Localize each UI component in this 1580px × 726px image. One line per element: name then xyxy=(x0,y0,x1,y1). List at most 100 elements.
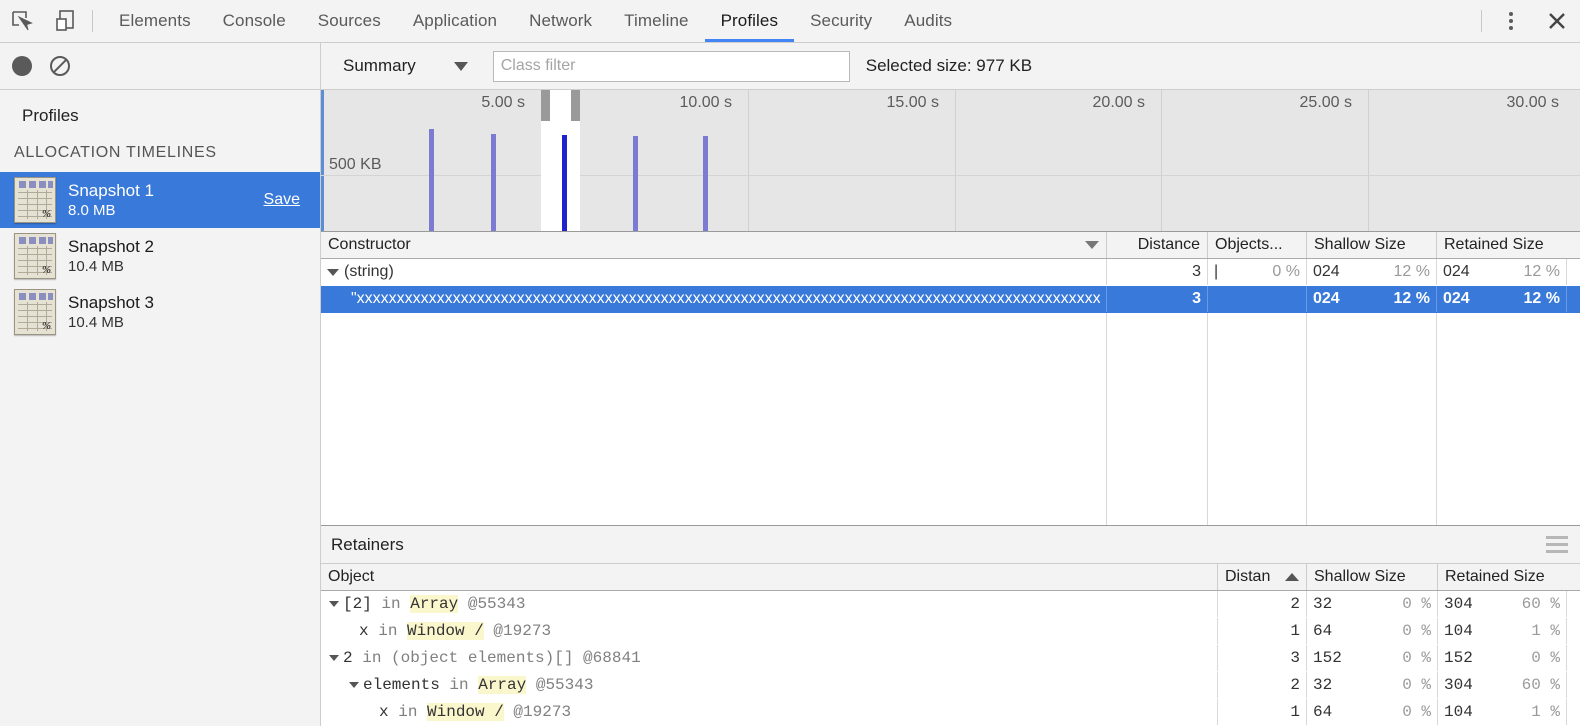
sidebar-item-snapshot-2[interactable]: % Snapshot 2 10.4 MB xyxy=(0,228,320,284)
column-label: Shallow Size xyxy=(1314,236,1406,254)
view-select[interactable]: Summary xyxy=(343,56,468,76)
column-header-retainer-shallow[interactable]: Shallow Size xyxy=(1307,564,1438,590)
sidebar-item-snapshot-3[interactable]: % Snapshot 3 10.4 MB xyxy=(0,284,320,340)
table-row[interactable]: (string) 3 | 0 % 024 12 % 024 12 % xyxy=(321,259,1580,286)
class-filter-input[interactable] xyxy=(493,51,850,82)
tab-security[interactable]: Security xyxy=(794,0,888,42)
retainer-mid: in xyxy=(389,703,427,721)
retained-percent: 1 % xyxy=(1531,703,1560,721)
cell-shallow-size: 152 0 % xyxy=(1307,645,1438,671)
retainers-panel: Retainers Object Distan Shallow Size xyxy=(321,525,1580,726)
inspect-cursor-icon[interactable] xyxy=(0,0,44,42)
retainer-address: @55343 xyxy=(526,676,593,694)
expander-triangle-icon[interactable] xyxy=(329,655,339,661)
tab-application[interactable]: Application xyxy=(397,0,513,42)
retained-percent: 60 % xyxy=(1522,676,1560,694)
cell-retained-size: 304 60 % xyxy=(1438,672,1567,698)
retainer-mid: in xyxy=(369,622,407,640)
clear-prohibited-icon[interactable] xyxy=(48,54,72,78)
table-row[interactable]: x in Window / @19273 1 64 0 % 104 1 xyxy=(321,618,1580,645)
retained-percent: 0 % xyxy=(1531,649,1560,667)
column-header-objects[interactable]: Objects... xyxy=(1208,232,1307,258)
tab-label: Timeline xyxy=(624,11,688,31)
snapshot-icon: % xyxy=(14,289,56,335)
objects-percent: 0 % xyxy=(1272,263,1300,281)
selection-left-handle[interactable] xyxy=(541,90,550,121)
empty-col-constructor xyxy=(321,313,1107,525)
timeline-tick: 30.00 s xyxy=(1507,94,1565,112)
record-circle-icon[interactable] xyxy=(12,56,32,76)
tab-timeline[interactable]: Timeline xyxy=(608,0,704,42)
column-header-retainer-distance[interactable]: Distan xyxy=(1218,564,1307,590)
retained-percent: 12 % xyxy=(1524,263,1560,281)
tab-sources[interactable]: Sources xyxy=(302,0,397,42)
tab-label: Console xyxy=(223,11,286,31)
retained-value: 304 xyxy=(1444,676,1473,694)
constructor-name: "xxxxxxxxxxxxxxxxxxxxxxxxxxxxxxxxxxxxxxx… xyxy=(327,290,1100,308)
timeline-tick: 20.00 s xyxy=(1093,94,1151,112)
profiles-main-panel: Summary Selected size: 977 KB 5.00 s 10.… xyxy=(321,43,1580,726)
expander-triangle-icon[interactable] xyxy=(329,601,339,607)
shallow-percent: 0 % xyxy=(1402,676,1431,694)
timeline-gridline xyxy=(955,90,956,231)
column-label: Constructor xyxy=(328,236,411,254)
expander-triangle-icon[interactable] xyxy=(349,682,359,688)
close-icon[interactable] xyxy=(1534,0,1580,42)
timeline-tick: 5.00 s xyxy=(481,94,531,112)
cell-distance: 3 xyxy=(1107,259,1208,285)
column-label: Distan xyxy=(1225,568,1270,586)
retainer-class: Array xyxy=(410,595,458,613)
chevron-down-icon xyxy=(454,62,468,71)
column-label: Object xyxy=(328,568,374,586)
shallow-value: 024 xyxy=(1313,290,1340,308)
dots-glyph xyxy=(1509,12,1513,30)
timeline-selection-window[interactable] xyxy=(541,90,580,231)
column-header-object[interactable]: Object xyxy=(321,564,1218,590)
retained-value: 024 xyxy=(1443,290,1470,308)
column-label: Objects... xyxy=(1215,236,1283,254)
tab-elements[interactable]: Elements xyxy=(103,0,207,42)
column-header-shallow-size[interactable]: Shallow Size xyxy=(1307,232,1437,258)
sidebar-toolbar xyxy=(0,43,320,90)
tab-audits[interactable]: Audits xyxy=(888,0,968,42)
allocation-timeline-overview[interactable]: 5.00 s 10.00 s 15.00 s 20.00 s 25.00 s 3… xyxy=(321,90,1580,232)
device-toolbar-icon[interactable] xyxy=(44,0,88,42)
timeline-tick: 25.00 s xyxy=(1300,94,1358,112)
tab-network[interactable]: Network xyxy=(513,0,608,42)
sidebar-section-allocation-timelines: ALLOCATION TIMELINES xyxy=(0,138,320,172)
save-link[interactable]: Save xyxy=(264,191,308,209)
table-row[interactable]: elements in Array @55343 2 32 0 % 304 xyxy=(321,672,1580,699)
column-label: Retained Size xyxy=(1444,236,1544,254)
snapshot-size: 8.0 MB xyxy=(68,202,154,219)
table-row[interactable]: 2 in (object elements)[] @68841 3 152 0 … xyxy=(321,645,1580,672)
cell-constructor: "xxxxxxxxxxxxxxxxxxxxxxxxxxxxxxxxxxxxxxx… xyxy=(321,286,1107,312)
timeline-tick: 10.00 s xyxy=(680,94,738,112)
hamburger-menu-icon[interactable] xyxy=(1546,536,1568,553)
tab-profiles[interactable]: Profiles xyxy=(705,0,795,42)
shallow-percent: 12 % xyxy=(1394,290,1430,308)
column-label: Retained Size xyxy=(1445,568,1545,586)
retainer-class: Array xyxy=(478,676,526,694)
cell-shallow-size: 024 12 % xyxy=(1307,259,1437,285)
devtools-window: Elements Console Sources Application Net… xyxy=(0,0,1580,726)
column-header-distance[interactable]: Distance xyxy=(1107,232,1208,258)
sidebar-item-snapshot-1[interactable]: % Snapshot 1 8.0 MB Save xyxy=(0,172,320,228)
retained-value: 304 xyxy=(1444,595,1473,613)
three-dots-menu-icon[interactable] xyxy=(1488,0,1534,42)
table-row[interactable]: [2] in Array @55343 2 32 0 % 304 60 xyxy=(321,591,1580,618)
selection-right-handle[interactable] xyxy=(571,90,580,121)
table-row[interactable]: x in Window / @19273 1 64 0 % 104 1 xyxy=(321,699,1580,726)
view-select-label: Summary xyxy=(343,56,416,76)
tab-label: Audits xyxy=(904,11,952,31)
cell-objects: | 0 % xyxy=(1208,259,1307,285)
sort-ascending-icon xyxy=(1285,573,1299,581)
allocation-bar-selected xyxy=(562,135,567,231)
timeline-gridline xyxy=(1161,90,1162,231)
column-header-constructor[interactable]: Constructor xyxy=(321,232,1107,258)
tab-console[interactable]: Console xyxy=(207,0,302,42)
shallow-value: 152 xyxy=(1313,649,1342,667)
expander-triangle-icon[interactable] xyxy=(327,269,339,276)
column-header-retained-size[interactable]: Retained Size xyxy=(1437,232,1567,258)
column-header-retainer-retained[interactable]: Retained Size xyxy=(1438,564,1567,590)
table-row-selected[interactable]: "xxxxxxxxxxxxxxxxxxxxxxxxxxxxxxxxxxxxxxx… xyxy=(321,286,1580,313)
